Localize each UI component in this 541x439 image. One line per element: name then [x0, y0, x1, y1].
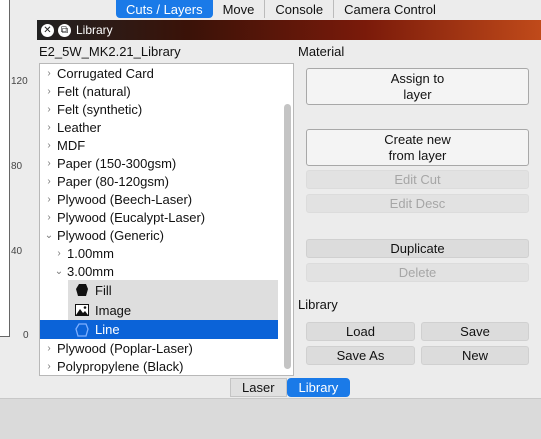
- tab-camera-control[interactable]: Camera Control: [334, 0, 446, 18]
- tree-item[interactable]: ⌄ 3.00mm: [40, 262, 291, 281]
- tree-item-label: Paper (150-300gsm): [57, 156, 177, 171]
- delete-button[interactable]: Delete: [306, 263, 529, 282]
- tree-item-label: Corrugated Card: [57, 66, 154, 81]
- save-button[interactable]: Save: [421, 322, 529, 341]
- panel-titlebar[interactable]: ✕ ⧉ Library: [37, 20, 541, 40]
- image-icon: [74, 302, 90, 318]
- material-tree[interactable]: › Corrugated Card › Felt (natural) › Felt (…: [39, 63, 294, 376]
- assign-to-layer-button[interactable]: Assign to layer: [306, 68, 529, 105]
- tree-item-label: Plywood (Generic): [57, 228, 164, 243]
- main-tab-bar: Cuts / Layers Move Console Camera Contro…: [116, 0, 446, 18]
- tree-item-label: 3.00mm: [67, 264, 114, 279]
- tree-item[interactable]: Fill: [68, 280, 278, 300]
- tree-item[interactable]: › Plywood (Poplar-Laser): [40, 339, 281, 358]
- library-name: E2_5W_MK2.21_Library: [39, 44, 181, 59]
- tree-item[interactable]: › Leather: [40, 118, 281, 137]
- tab-cuts-layers[interactable]: Cuts / Layers: [116, 0, 213, 18]
- tree-item-label: Plywood (Poplar-Laser): [57, 341, 193, 356]
- chevron-right-icon[interactable]: ›: [54, 248, 64, 259]
- duplicate-button[interactable]: Duplicate: [306, 239, 529, 258]
- tab-laser[interactable]: Laser: [230, 378, 287, 397]
- create-new-from-layer-button[interactable]: Create new from layer: [306, 129, 529, 166]
- chevron-right-icon[interactable]: ›: [44, 343, 54, 354]
- vertical-ruler: 120 80 40 0: [0, 0, 36, 398]
- tab-console[interactable]: Console: [265, 0, 335, 18]
- chevron-right-icon[interactable]: ›: [44, 361, 54, 372]
- library-header: Library: [298, 297, 338, 312]
- tab-move[interactable]: Move: [212, 0, 266, 18]
- chevron-right-icon[interactable]: ›: [44, 140, 54, 151]
- chevron-right-icon[interactable]: ›: [44, 68, 54, 79]
- tree-item-label: Felt (natural): [57, 84, 131, 99]
- panel-tab-bar: Laser Library: [230, 378, 351, 397]
- tree-item[interactable]: › MDF: [40, 136, 281, 155]
- tree-item[interactable]: › Plywood (Beech-Laser): [40, 190, 281, 209]
- tree-item[interactable]: › Felt (natural): [40, 82, 281, 101]
- tree-scrollbar[interactable]: [284, 104, 291, 369]
- chevron-right-icon[interactable]: ›: [44, 176, 54, 187]
- tree-item[interactable]: › Paper (80-120gsm): [40, 172, 281, 191]
- fill-icon: [74, 282, 90, 298]
- tree-item-label: Line: [95, 322, 120, 337]
- tree-item-label: Fill: [95, 282, 112, 298]
- tree-item-label: Plywood (Beech-Laser): [57, 192, 193, 207]
- close-icon[interactable]: ✕: [41, 23, 54, 37]
- load-button[interactable]: Load: [306, 322, 415, 341]
- tree-item-label: MDF: [57, 138, 86, 153]
- tree-item-label: Leather: [57, 120, 102, 135]
- chevron-right-icon[interactable]: ›: [44, 194, 54, 205]
- chevron-right-icon[interactable]: ›: [44, 104, 54, 115]
- edit-desc-button[interactable]: Edit Desc: [306, 194, 529, 213]
- tree-item[interactable]: › Felt (synthetic): [40, 100, 281, 119]
- chevron-right-icon[interactable]: ›: [44, 212, 54, 223]
- chevron-down-icon[interactable]: ⌄: [54, 266, 64, 277]
- tree-item-label: 1.00mm: [67, 246, 114, 261]
- tree-item[interactable]: › Paper (150-300gsm): [40, 154, 281, 173]
- edit-cut-button[interactable]: Edit Cut: [306, 170, 529, 189]
- tree-item-label: Plywood (Eucalypt-Laser): [57, 210, 206, 225]
- chevron-right-icon[interactable]: ›: [44, 122, 54, 133]
- tree-item[interactable]: ⌄ Plywood (Generic): [40, 226, 281, 245]
- library-panel: ✕ ⧉ Library E2_5W_MK2.21_Library › Corrug…: [37, 20, 541, 398]
- chevron-down-icon[interactable]: ⌄: [44, 230, 54, 241]
- new-button[interactable]: New: [421, 346, 529, 365]
- save-as-button[interactable]: Save As: [306, 346, 415, 365]
- panel-title: Library: [76, 23, 113, 37]
- tree-item-label: Paper (80-120gsm): [57, 174, 169, 189]
- tree-item[interactable]: › 1.00mm: [40, 244, 291, 263]
- chevron-right-icon[interactable]: ›: [44, 86, 54, 97]
- tree-item-selected[interactable]: Line: [40, 320, 278, 339]
- float-icon[interactable]: ⧉: [58, 23, 71, 37]
- tree-item-label: Felt (synthetic): [57, 102, 143, 117]
- tree-item[interactable]: › Polypropylene (Black): [40, 357, 281, 375]
- chevron-right-icon[interactable]: ›: [44, 158, 54, 169]
- tree-item-label: Polypropylene (Black): [57, 359, 184, 374]
- tab-library[interactable]: Library: [286, 378, 351, 397]
- tree-item[interactable]: › Corrugated Card: [40, 64, 281, 83]
- tree-item[interactable]: › Plywood (Eucalypt-Laser): [40, 208, 281, 227]
- tree-item-label: Image: [95, 302, 132, 318]
- material-header: Material: [298, 44, 345, 59]
- tree-item[interactable]: Image: [68, 300, 278, 320]
- line-icon: [74, 322, 90, 338]
- canvas-edge: [0, 0, 10, 337]
- status-bar: [0, 398, 541, 439]
